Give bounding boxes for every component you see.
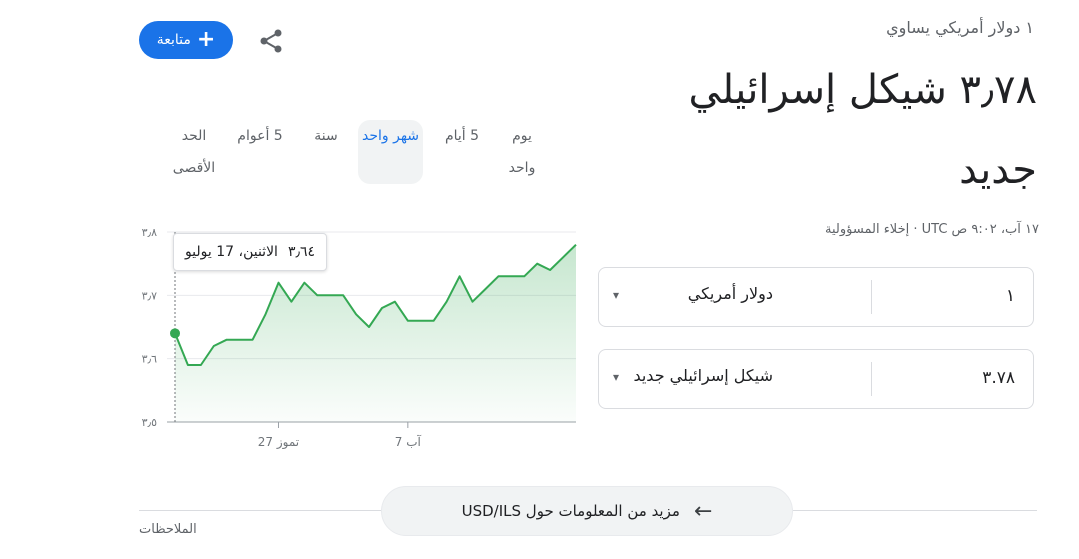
converter-from-row: ١ دولار أمريكي ▾ (598, 267, 1034, 327)
converter-to-row: ٣.٧٨ شيكل إسرائيلي جديد ▾ (598, 349, 1034, 409)
more-info-button[interactable]: مزيد من المعلومات حول USD/ILS ← (381, 486, 793, 536)
follow-button-label: متابعة (156, 32, 191, 48)
more-info-label: مزيد من المعلومات حول USD/ILS (461, 502, 680, 520)
tooltip-date: الاثنين، 17 يوليو (184, 244, 278, 260)
x-tick-label: 27 تموز (258, 435, 299, 450)
tab-1-day[interactable]: يوم واحد (498, 120, 546, 184)
series-area (175, 244, 576, 422)
x-tick-label: 7 آب (395, 434, 422, 449)
chevron-down-icon: ▾ (613, 370, 620, 384)
to-amount-input[interactable]: ٣.٧٨ (982, 368, 1015, 388)
tooltip-value: ٣٫٦٤ (287, 244, 316, 260)
y-tick-label: ٣٫٥ (142, 416, 157, 429)
from-amount-input[interactable]: ١ (1006, 286, 1015, 306)
chart-tooltip: ٣٫٦٤ الاثنين، 17 يوليو (173, 233, 327, 271)
converter-divider (871, 280, 872, 314)
arrow-left-icon: ← (693, 498, 713, 524)
chevron-down-icon: ▾ (613, 288, 620, 302)
tab-5-years[interactable]: 5 أعوام (232, 120, 288, 152)
converter-divider (871, 362, 872, 396)
tab-1-year[interactable]: سنة (308, 120, 344, 152)
conversion-from-text: ١ دولار أمريكي يساوي (886, 18, 1034, 37)
tab-max[interactable]: الحد الأقصى (168, 120, 220, 184)
y-tick-label: ٣٫٦ (142, 353, 157, 366)
hover-point (170, 328, 180, 339)
from-currency-select[interactable]: دولار أمريكي (603, 284, 773, 303)
notes-label[interactable]: الملاحظات (139, 522, 197, 537)
follow-button[interactable]: + متابعة (139, 21, 233, 59)
to-currency-select[interactable]: شيكل إسرائيلي جديد (603, 366, 773, 385)
y-tick-label: ٣٫٨ (142, 226, 157, 239)
conversion-result-value: ٣٫٧٨ شيكل إسرائيلي (688, 67, 1037, 113)
timestamp-disclaimer[interactable]: ١٧ آب، ٩:٠٢ ص UTC · إخلاء المسؤولية (825, 222, 1039, 237)
tab-1-month[interactable]: شهر واحد (358, 120, 423, 184)
conversion-result-currency-suffix: جديد (959, 147, 1037, 193)
share-icon[interactable] (256, 26, 286, 56)
plus-icon: + (196, 27, 216, 52)
y-tick-label: ٣٫٧ (142, 289, 157, 302)
tab-5-days[interactable]: 5 أيام (434, 120, 490, 152)
